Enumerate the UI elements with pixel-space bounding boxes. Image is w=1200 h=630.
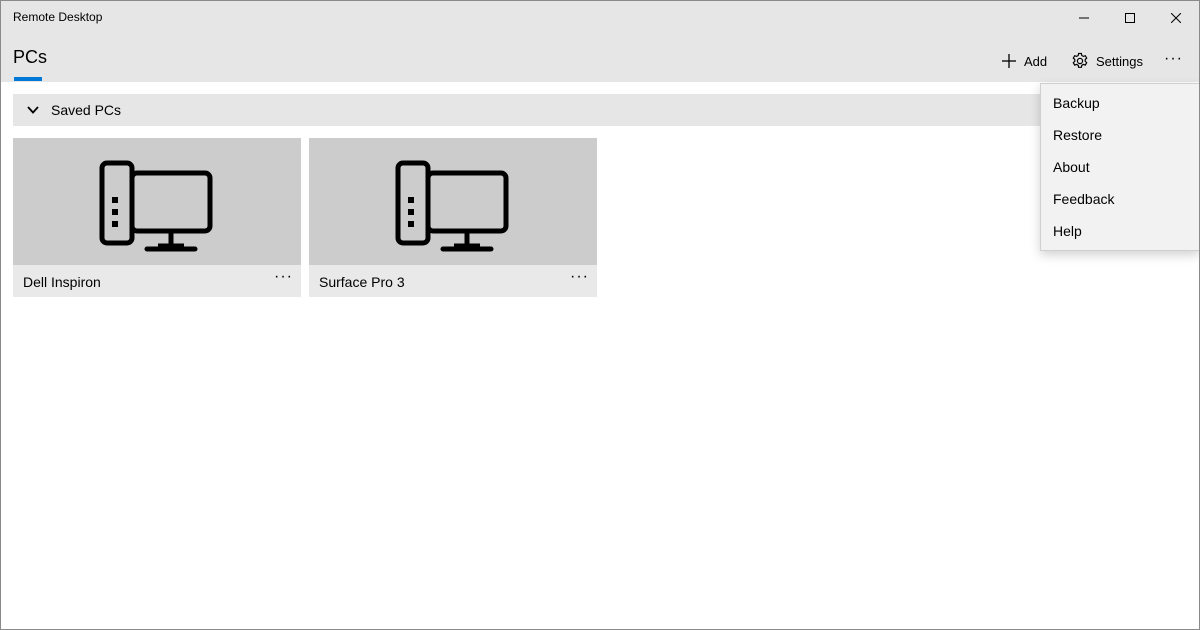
more-options-menu: Backup Restore About Feedback Help [1040,83,1199,251]
add-button-label: Add [1024,53,1048,69]
close-button[interactable] [1153,1,1199,35]
pc-tile-dell-inspiron[interactable]: Dell Inspiron ··· [13,138,301,297]
title-bar: Remote Desktop [1,1,1199,35]
pc-thumbnail [13,138,301,265]
remote-desktop-window: Remote Desktop PCs Add Settings ··· Save… [0,0,1200,630]
settings-button[interactable]: Settings [1071,49,1143,73]
desktop-pc-icon [395,160,509,252]
chevron-down-icon [27,106,39,114]
menu-item-restore[interactable]: Restore [1041,119,1199,151]
pc-tile-surface-pro-3[interactable]: Surface Pro 3 ··· [309,138,597,297]
group-label: Saved PCs [51,102,122,118]
plus-icon [1001,53,1017,69]
app-header: PCs Add Settings ··· [1,35,1199,82]
more-options-button[interactable]: ··· [1164,47,1183,71]
pc-more-button[interactable]: ··· [570,268,589,286]
pc-thumbnail [309,138,597,265]
minimize-icon [1079,13,1089,23]
menu-item-backup[interactable]: Backup [1041,87,1199,119]
minimize-button[interactable] [1061,1,1107,35]
maximize-icon [1125,13,1135,23]
saved-pcs-group-header[interactable]: Saved PCs [13,94,1199,126]
desktop-pc-icon [99,160,213,252]
menu-item-help[interactable]: Help [1041,215,1199,247]
maximize-button[interactable] [1107,1,1153,35]
close-icon [1171,13,1181,23]
gear-icon [1071,52,1089,70]
settings-button-label: Settings [1096,53,1143,69]
tab-selection-indicator [14,77,42,81]
tab-pcs[interactable]: PCs [13,47,47,68]
pc-name: Surface Pro 3 [319,274,405,290]
menu-item-feedback[interactable]: Feedback [1041,183,1199,215]
window-title: Remote Desktop [13,10,103,24]
pc-name: Dell Inspiron [23,274,101,290]
menu-item-about[interactable]: About [1041,151,1199,183]
pc-more-button[interactable]: ··· [274,268,293,286]
add-button[interactable]: Add [1001,49,1047,73]
